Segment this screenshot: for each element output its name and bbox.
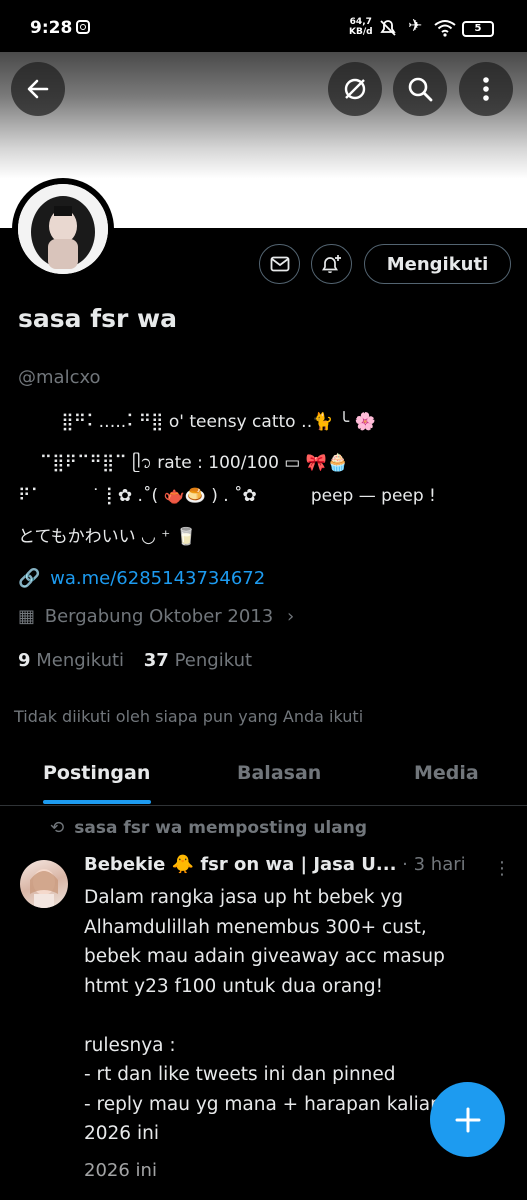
followed-by-text: Tidak diikuti oleh siapa pun yang Anda i… (14, 707, 364, 726)
link-icon: 🔗 (18, 568, 41, 589)
mail-icon (270, 256, 289, 272)
post-time[interactable]: · 3 hari (402, 854, 465, 875)
following-link[interactable]: 9 Mengikuti (18, 650, 124, 671)
profile-link[interactable]: wa.me/6285143734672 (50, 568, 265, 589)
bio-line: ⠉⣿⠟⠉⠛⣿⠉ ᥫ᭡ rate : 100/100 ▭ 🎀🧁 (18, 453, 349, 473)
following-button[interactable]: Mengikuti (364, 244, 511, 284)
post-line: htmt y23 f100 untuk dua orang! (84, 975, 384, 997)
post-line: - reply mau yg mana + harapan kalian (84, 1093, 442, 1115)
user-handle: @malcxo (18, 367, 101, 388)
bio-line: とてもかわいい ◡ ⁺ 🥛 (18, 527, 197, 547)
post-author-avatar[interactable] (20, 860, 68, 908)
divider (0, 805, 527, 806)
calendar-icon: ▦ (18, 606, 36, 627)
tab-media[interactable]: Media (414, 762, 479, 784)
repost-icon: ⟲ (50, 818, 65, 838)
follow-counts: 9 Mengikuti 37 Pengikut (18, 650, 252, 671)
mute-icon (380, 20, 396, 36)
instagram-notification-icon (76, 20, 90, 34)
repost-label-row: ⟲ sasa fsr wa memposting ulang (50, 818, 368, 838)
post-line: - rt dan like tweets ini dan pinned (84, 1064, 396, 1085)
avatar-photo (18, 184, 108, 274)
post-more-icon[interactable]: ⋮ (493, 858, 511, 879)
bio-line: ⠟⠁ ˙ ⡇✿ .˚( 🫖🍮 ) . ˚✿ peep — peep ! (18, 486, 436, 506)
more-vertical-icon (483, 77, 489, 101)
status-time: 9:28 (30, 18, 73, 38)
bio-line: ⣿⠛⠅.‥..⠅⠛⣿ o' teensy catto ‥🐈 ╰ 🌸 (18, 412, 376, 432)
compose-button[interactable] (430, 1082, 505, 1157)
hide-button[interactable] (328, 62, 382, 116)
tab-indicator (43, 800, 151, 804)
battery-indicator: 5 (462, 21, 494, 37)
bell-plus-icon (321, 255, 341, 274)
airplane-mode-icon: ✈ (408, 16, 423, 36)
search-button[interactable] (393, 62, 447, 116)
post-line (84, 1001, 504, 1031)
post-header: Bebekie 🐥 fsr on wa | Jasa U... · 3 hari (84, 854, 509, 875)
chevron-right-icon: › (286, 606, 295, 627)
post-line: Alhamdulillah menembus 300+ cust, (84, 916, 427, 938)
post-author-name[interactable]: Bebekie 🐥 fsr on wa | Jasa U... (84, 854, 396, 875)
message-button[interactable] (259, 244, 300, 284)
partial-post-line: 2026 ini (84, 1160, 157, 1181)
joined-date: Bergabung Oktober 2013 (44, 606, 274, 627)
tab-replies[interactable]: Balasan (237, 762, 321, 784)
profile-link-row[interactable]: 🔗 wa.me/6285143734672 (18, 568, 265, 589)
profile-avatar[interactable] (12, 178, 114, 280)
arrow-left-icon (27, 79, 49, 99)
network-speed: 64,7 KB/d (349, 17, 373, 37)
display-name: sasa fsr wa (18, 304, 177, 333)
more-button[interactable] (459, 62, 513, 116)
joined-row[interactable]: ▦ Bergabung Oktober 2013 › (18, 606, 294, 627)
notifications-button[interactable] (311, 244, 352, 284)
post-line: rulesnya : (84, 1034, 176, 1056)
wifi-icon (434, 20, 456, 37)
post-line: bebek mau adain giveaway acc masup (84, 946, 445, 967)
post-line: Dalam rangka jasa up ht bebek yg (84, 887, 404, 908)
eye-off-icon (344, 78, 366, 100)
plus-icon (455, 1107, 480, 1132)
tab-posts[interactable]: Postingan (43, 762, 150, 784)
followers-link[interactable]: 37 Pengikut (144, 650, 252, 671)
search-icon (408, 77, 433, 102)
back-button[interactable] (11, 62, 65, 116)
